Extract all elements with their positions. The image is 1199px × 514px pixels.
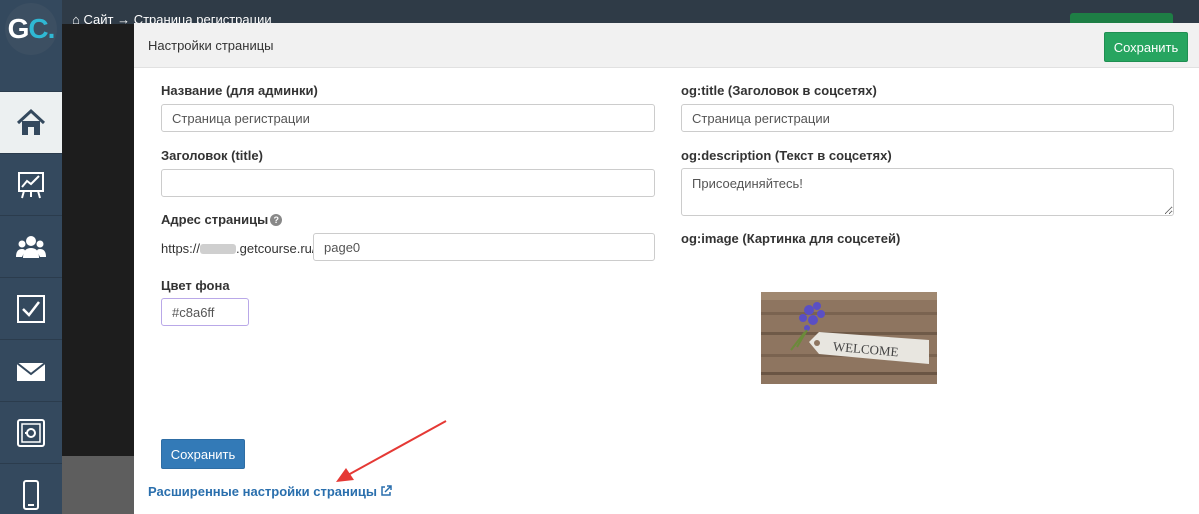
mail-icon	[16, 361, 46, 381]
og-title-input[interactable]	[681, 104, 1174, 132]
sidebar-item-users[interactable]	[0, 215, 62, 277]
save-button-bottom[interactable]: Сохранить	[161, 439, 245, 469]
external-link-icon	[381, 485, 392, 496]
sidebar-item-mail[interactable]	[0, 339, 62, 401]
address-prefix-end: .getcourse.ru/	[236, 241, 316, 256]
logo-dot: .	[47, 13, 56, 44]
advanced-settings-link-text: Расширенные настройки страницы	[148, 484, 377, 499]
sidebar-item-tasks[interactable]	[0, 277, 62, 339]
sidebar-item-stats[interactable]	[0, 153, 62, 215]
og-image-picture: WELCOME	[761, 292, 937, 384]
admin-name-label: Название (для админки)	[161, 83, 318, 98]
address-prefix-start: https://	[161, 241, 201, 256]
og-image-label: og:image (Картинка для соцсетей)	[681, 231, 901, 246]
bg-color-label: Цвет фона	[161, 278, 230, 293]
address-input[interactable]	[313, 233, 655, 261]
address-label: Адрес страницы?	[161, 212, 283, 227]
sidebar-item-mobile[interactable]	[0, 463, 62, 514]
mobile-icon	[23, 479, 39, 510]
home-icon	[16, 108, 46, 135]
logo-text: GC	[7, 13, 49, 44]
chart-icon	[18, 171, 44, 198]
logo[interactable]: GC.	[0, 0, 62, 58]
og-image-preview[interactable]: WELCOME	[761, 292, 937, 384]
logo-badge: GC.	[5, 3, 57, 55]
advanced-settings-link[interactable]: Расширенные настройки страницы	[148, 484, 392, 499]
admin-name-input[interactable]	[161, 104, 655, 132]
blurred-subdomain	[200, 244, 237, 254]
sidebar-item-sales[interactable]	[0, 401, 62, 463]
bg-color-input[interactable]	[161, 298, 249, 326]
address-label-text: Адрес страницы	[161, 212, 269, 227]
page-settings-modal: Настройки страницы Сохранить Название (д…	[134, 23, 1199, 514]
sidebar-item-home[interactable]	[0, 91, 62, 153]
save-button-top[interactable]: Сохранить	[1104, 32, 1188, 62]
og-title-label: og:title (Заголовок в соцсетях)	[681, 83, 877, 98]
safe-icon	[17, 418, 45, 447]
modal-title: Настройки страницы	[148, 38, 274, 53]
sidebar: GC.	[0, 0, 62, 514]
modal-header: Настройки страницы Сохранить	[134, 23, 1199, 68]
address-prefix: https:// .getcourse.ru/	[161, 241, 316, 256]
title-label: Заголовок (title)	[161, 148, 263, 163]
page-preview-strip	[62, 456, 134, 514]
og-description-label: og:description (Текст в соцсетях)	[681, 148, 892, 163]
og-description-textarea[interactable]: Присоединяйтесь!	[681, 168, 1174, 216]
users-icon	[16, 235, 46, 258]
title-input[interactable]	[161, 169, 655, 197]
question-icon[interactable]: ?	[270, 214, 283, 226]
checkbox-icon	[17, 294, 45, 323]
